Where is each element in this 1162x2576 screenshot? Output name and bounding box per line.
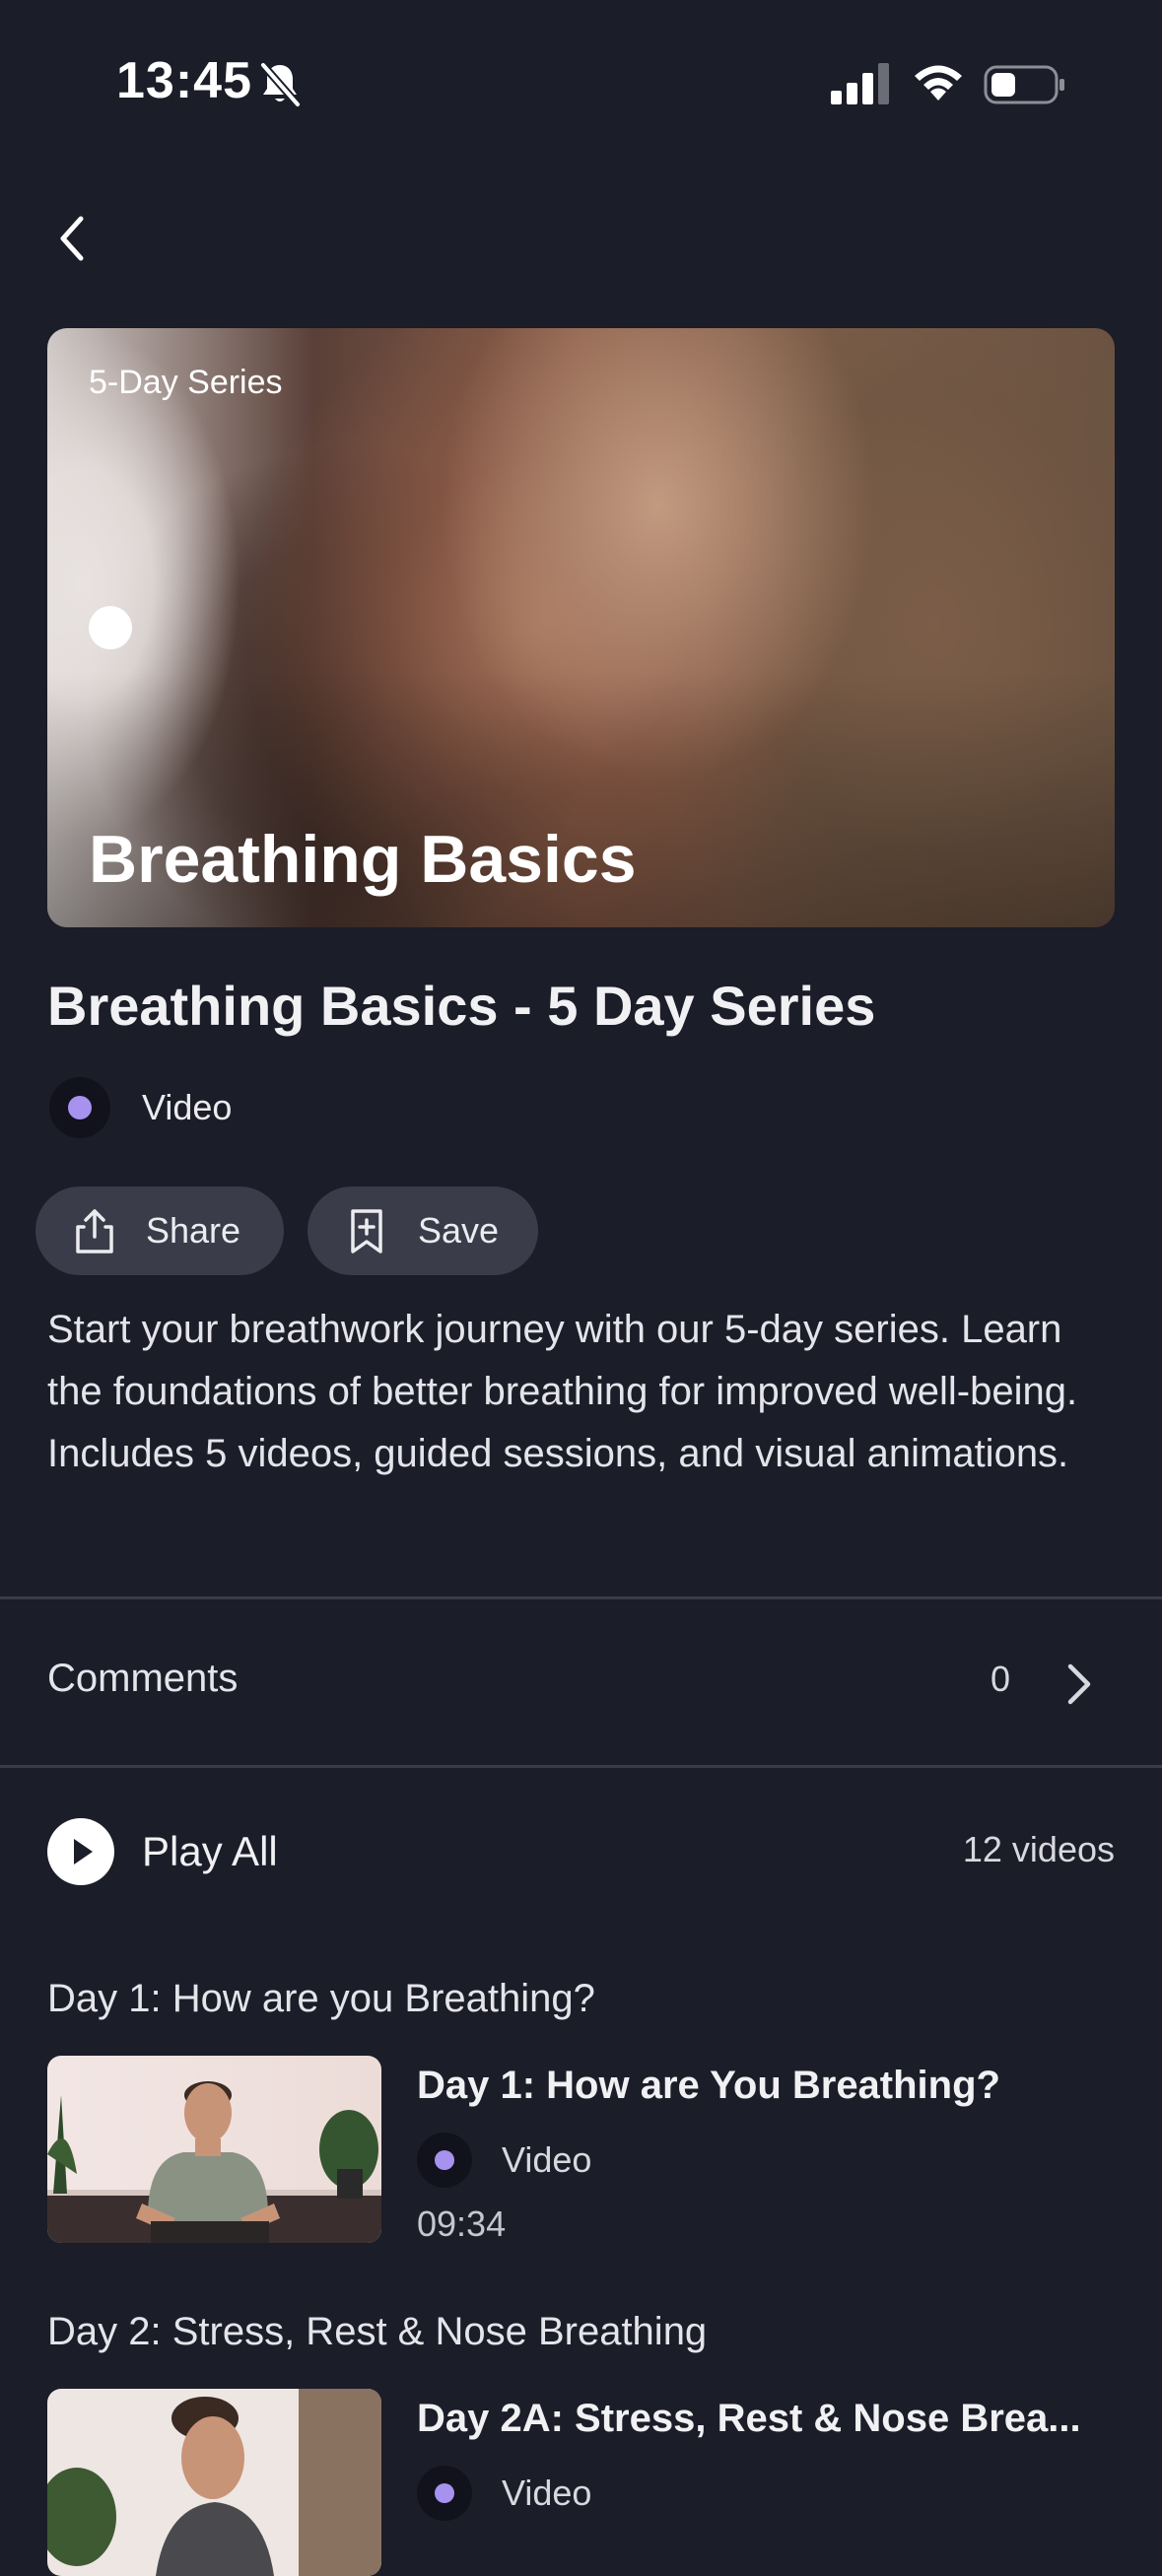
- hero-progress-dot: [89, 606, 132, 649]
- episode-item[interactable]: Day 2A: Stress, Rest & Nose Brea... Vide…: [47, 2389, 1131, 2576]
- video-type-icon: [417, 2133, 472, 2188]
- video-type-icon: [49, 1077, 110, 1138]
- back-button[interactable]: [47, 207, 97, 270]
- share-icon: [76, 1209, 113, 1254]
- save-label: Save: [418, 1210, 500, 1251]
- divider: [0, 1596, 1162, 1599]
- episode-title: Day 2A: Stress, Rest & Nose Brea...: [417, 2397, 1081, 2440]
- episode-type: Video: [417, 2466, 591, 2521]
- episode-thumbnail: [47, 2056, 381, 2243]
- play-icon: [47, 1818, 114, 1885]
- share-label: Share: [146, 1210, 241, 1251]
- comments-label: Comments: [47, 1657, 239, 1700]
- page-title: Breathing Basics - 5 Day Series: [47, 975, 876, 1037]
- episode-item[interactable]: Day 1: How are You Breathing? Video 09:3…: [47, 2056, 1131, 2244]
- comments-count: 0: [991, 1659, 1011, 1699]
- cellular-signal-icon: [831, 63, 889, 104]
- episode-thumbnail: [47, 2389, 381, 2576]
- comments-row[interactable]: Comments 0: [0, 1601, 1162, 1767]
- video-type-icon: [417, 2466, 472, 2521]
- divider: [0, 1765, 1162, 1768]
- battery-icon: [984, 65, 1064, 104]
- hero-banner[interactable]: 5-Day Series Breathing Basics: [47, 328, 1115, 927]
- media-type: Video: [49, 1076, 232, 1139]
- day-header: Day 1: How are you Breathing?: [47, 1977, 595, 2020]
- hero-series-tag: 5-Day Series: [89, 364, 283, 401]
- hero-title: Breathing Basics: [89, 822, 637, 897]
- episode-title: Day 1: How are You Breathing?: [417, 2064, 1000, 2107]
- video-count: 12 videos: [962, 1829, 1115, 1869]
- share-button[interactable]: Share: [35, 1186, 284, 1275]
- episode-type-label: Video: [502, 2139, 592, 2180]
- series-description: Start your breathwork journey with our 5…: [47, 1308, 1078, 1475]
- save-button[interactable]: Save: [308, 1186, 538, 1275]
- chevron-right-icon: [1067, 1663, 1091, 1705]
- status-bar: 13:45: [0, 0, 1162, 168]
- episode-type: Video: [417, 2133, 591, 2188]
- episode-type-label: Video: [502, 2473, 592, 2513]
- play-all-label: Play All: [142, 1828, 278, 1874]
- status-time: 13:45: [116, 52, 252, 109]
- media-type-label: Video: [142, 1087, 233, 1127]
- day-header: Day 2: Stress, Rest & Nose Breathing: [47, 2310, 708, 2353]
- bookmark-plus-icon: [351, 1209, 382, 1254]
- wifi-icon: [915, 65, 962, 101]
- play-all-button[interactable]: Play All: [47, 1817, 278, 1886]
- bell-slash-icon: [259, 62, 302, 107]
- episode-duration: 09:34: [417, 2203, 507, 2244]
